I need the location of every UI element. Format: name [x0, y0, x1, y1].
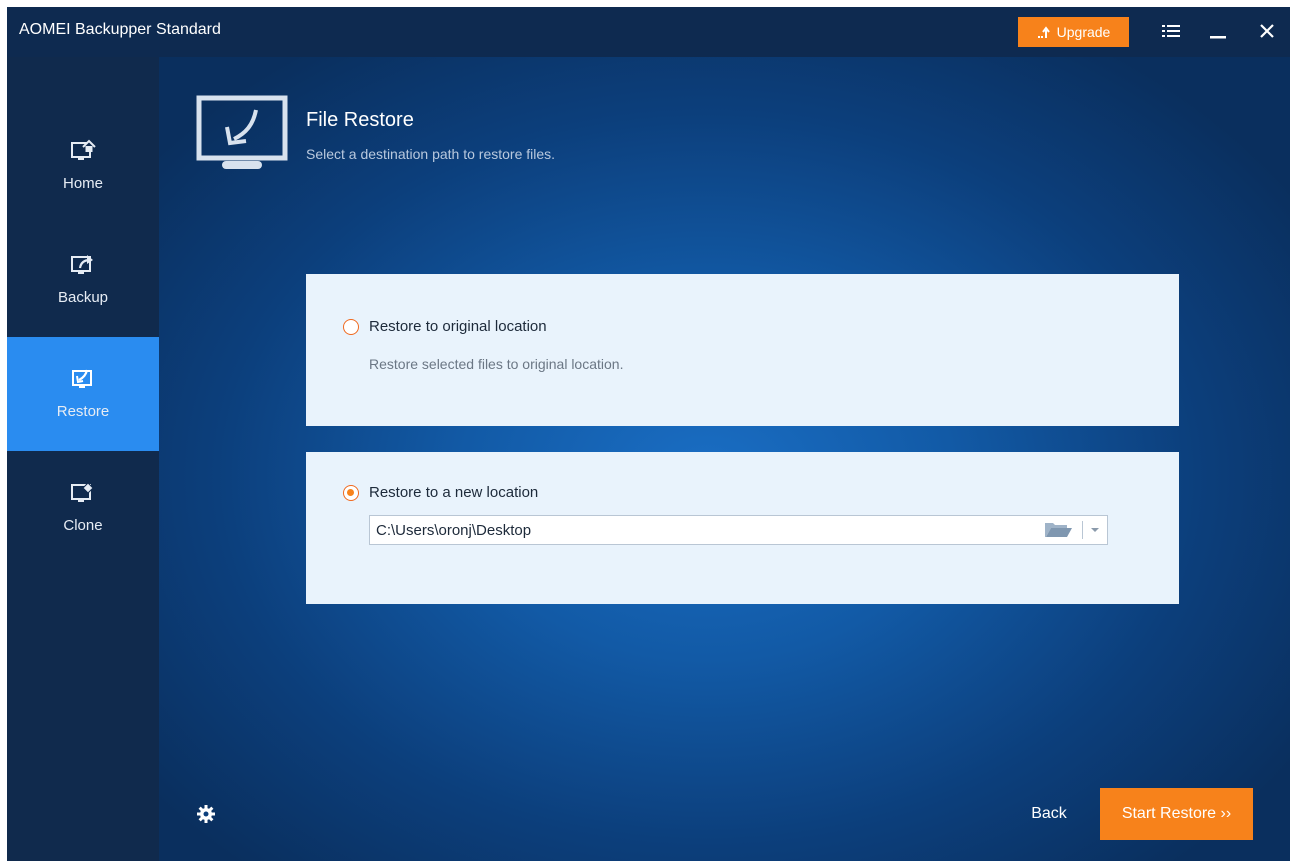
upgrade-button[interactable]: Upgrade — [1018, 17, 1129, 47]
app-window: AOMEI Backupper Standard Upgrade Home Ba… — [7, 7, 1290, 861]
clone-monitor-icon — [71, 482, 94, 502]
start-restore-button[interactable]: Start Restore ›› — [1100, 788, 1253, 840]
back-button[interactable]: Back — [1017, 801, 1081, 827]
restore-new-location-label[interactable]: Restore to a new location — [369, 484, 538, 501]
sidebar-item-label: Restore — [56, 403, 110, 420]
restore-original-label[interactable]: Restore to original location — [369, 318, 547, 335]
gear-icon[interactable] — [195, 803, 217, 825]
title-bar: AOMEI Backupper Standard Upgrade — [7, 7, 1290, 57]
app-title: AOMEI Backupper Standard — [19, 21, 221, 38]
restore-original-option-card[interactable]: Restore to original location Restore sel… — [306, 274, 1179, 426]
sidebar-item-backup[interactable]: Backup — [7, 223, 159, 337]
destination-path-box — [369, 515, 1108, 545]
menu-icon[interactable] — [1159, 19, 1183, 43]
sidebar: Home Backup Restore Clone — [7, 57, 159, 861]
sidebar-item-label: Clone — [63, 517, 103, 534]
minimize-icon[interactable] — [1206, 19, 1230, 43]
sidebar-item-home[interactable]: Home — [7, 109, 159, 223]
home-monitor-icon — [71, 139, 96, 160]
close-icon[interactable] — [1255, 19, 1279, 43]
backup-monitor-icon — [71, 255, 93, 274]
restore-original-description: Restore selected files to original locat… — [369, 356, 624, 372]
folder-open-icon[interactable] — [1042, 520, 1074, 540]
sidebar-item-restore[interactable]: Restore — [7, 337, 159, 451]
path-box-separator — [1082, 521, 1083, 539]
page-title: File Restore — [306, 109, 414, 131]
restore-new-location-option-card[interactable]: Restore to a new location — [306, 452, 1179, 604]
chevron-down-icon[interactable] — [1086, 520, 1104, 540]
file-restore-monitor-icon — [196, 95, 288, 169]
restore-original-radio[interactable] — [343, 319, 359, 335]
upgrade-label: Upgrade — [1056, 24, 1111, 40]
restore-new-location-radio[interactable] — [343, 485, 359, 501]
sidebar-item-clone[interactable]: Clone — [7, 451, 159, 565]
destination-path-input[interactable] — [370, 516, 1030, 544]
upgrade-arrow-icon — [1037, 25, 1051, 39]
sidebar-item-label: Backup — [57, 289, 109, 306]
sidebar-item-label: Home — [62, 175, 103, 192]
page-subtitle: Select a destination path to restore fil… — [306, 146, 556, 162]
restore-monitor-icon — [72, 369, 92, 388]
